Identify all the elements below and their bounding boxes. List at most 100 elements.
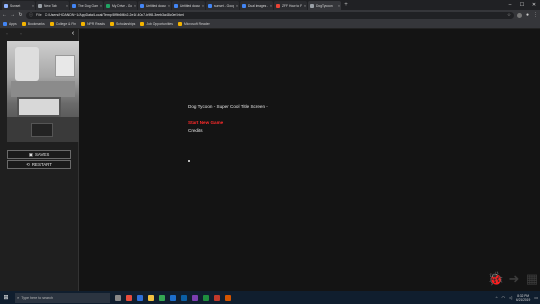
tab-favicon-icon bbox=[38, 3, 42, 8]
restart-button[interactable]: ⟲ RESTART bbox=[7, 160, 71, 169]
browser-tab[interactable]: The Dog Game - Goog× bbox=[70, 1, 103, 10]
info-icon[interactable]: ⓘ bbox=[29, 12, 33, 18]
window-controls: – ☐ ✕ bbox=[504, 0, 540, 10]
browser-tab[interactable]: My Drive - Google Dr× bbox=[104, 1, 137, 10]
bookmark-item[interactable]: Microsoft Reader bbox=[177, 22, 210, 26]
file-explorer-icon[interactable] bbox=[148, 294, 154, 301]
new-tab-button[interactable]: + bbox=[342, 1, 350, 10]
story-banner-image bbox=[7, 41, 79, 142]
close-window-icon[interactable]: ✕ bbox=[528, 0, 540, 10]
tab-close-icon[interactable]: × bbox=[100, 4, 103, 8]
forward-icon[interactable]: → bbox=[10, 12, 15, 18]
app-icon[interactable] bbox=[137, 294, 143, 301]
address-bar[interactable]: ⓘ File C:/Users/HOANDN~1/AppData/Local/T… bbox=[26, 11, 514, 19]
saves-button[interactable]: ▣ SAVES bbox=[7, 150, 71, 159]
game-title: Dog Tycoon - Super Cool Title Screen - bbox=[188, 104, 268, 109]
task-view-icon[interactable] bbox=[115, 294, 121, 301]
address-url[interactable]: C:/Users/HOANDN~1/AppData/Local/Temp/8f9… bbox=[45, 13, 504, 17]
menu-icon[interactable]: ⋮ bbox=[533, 12, 538, 18]
tab-label: sunset - Google Sea bbox=[214, 3, 234, 8]
chrome-icon[interactable] bbox=[159, 294, 165, 301]
windows-start-icon[interactable]: ⊞ bbox=[2, 294, 10, 301]
tab-close-icon[interactable]: × bbox=[304, 4, 307, 8]
app-icon[interactable] bbox=[214, 294, 220, 301]
tab-favicon-icon bbox=[72, 3, 76, 8]
notifications-icon[interactable]: ▭ bbox=[534, 295, 538, 300]
browser-tab[interactable]: sunset - Google Sea× bbox=[206, 1, 239, 10]
sidebar-undo-icon[interactable]: ◦ bbox=[0, 31, 14, 36]
maximize-icon[interactable]: ☐ bbox=[516, 0, 528, 10]
tab-close-icon[interactable]: × bbox=[202, 4, 205, 8]
collapse-sidebar-icon[interactable]: ‹ bbox=[68, 30, 78, 37]
wifi-icon[interactable]: ◠ bbox=[501, 295, 505, 300]
bookmark-item[interactable]: Job Opportunities bbox=[140, 22, 173, 26]
clock-date: 6/21/2019 bbox=[516, 297, 531, 302]
tab-favicon-icon bbox=[106, 3, 110, 8]
restart-icon: ⟲ bbox=[26, 161, 30, 167]
tab-label: New Tab bbox=[44, 3, 57, 8]
tab-close-icon[interactable]: × bbox=[32, 4, 35, 8]
app-icon[interactable] bbox=[225, 294, 231, 301]
tab-close-icon[interactable]: × bbox=[338, 4, 341, 8]
browser-tab[interactable]: Dual images - Goog× bbox=[240, 1, 273, 10]
address-scheme-label: File bbox=[36, 13, 42, 17]
tab-label: My Drive - Google Dr bbox=[112, 3, 132, 8]
bookmark-item[interactable]: Bookmarks bbox=[21, 22, 45, 26]
tab-favicon-icon bbox=[4, 3, 8, 8]
app-icon[interactable] bbox=[126, 294, 132, 301]
bookmark-item[interactable]: Apps bbox=[3, 22, 17, 26]
browser-tab[interactable]: ZFF How to Fix a Ph× bbox=[274, 1, 307, 10]
tab-label: Untitled document - bbox=[180, 3, 200, 8]
grid-icon[interactable]: ▦ bbox=[524, 271, 540, 287]
restart-label: RESTART bbox=[31, 162, 52, 167]
system-tray: ^ ◠ ◁ 8:32 PM 6/21/2019 ▭ bbox=[496, 294, 538, 302]
save-icon: ▣ bbox=[28, 151, 33, 157]
back-icon[interactable]: ← bbox=[2, 12, 7, 18]
tab-favicon-icon bbox=[310, 3, 314, 8]
tab-favicon-icon bbox=[174, 3, 178, 8]
tab-label: DogTycoon bbox=[316, 3, 333, 8]
tab-close-icon[interactable]: × bbox=[236, 4, 239, 8]
browser-tab[interactable]: New Tab × bbox=[36, 1, 69, 10]
taskbar-search-placeholder: Type here to search bbox=[21, 295, 54, 300]
tab-close-icon[interactable]: × bbox=[168, 4, 171, 8]
clock[interactable]: 8:32 PM 6/21/2019 bbox=[516, 294, 530, 302]
bookmark-item[interactable]: NPR Reads bbox=[81, 22, 105, 26]
folder-icon bbox=[177, 22, 182, 26]
profile-icon[interactable]: ● bbox=[525, 12, 530, 18]
extension-icon[interactable] bbox=[517, 12, 522, 18]
tab-close-icon[interactable]: × bbox=[134, 4, 137, 8]
browser-tab[interactable]: Untitled document× bbox=[138, 1, 171, 10]
bookmark-label: Scholarships bbox=[115, 22, 136, 26]
browser-tab[interactable]: Untitled document -× bbox=[172, 1, 205, 10]
search-icon: ⌕ bbox=[17, 295, 20, 300]
browser-tab[interactable]: Sunset × bbox=[2, 1, 35, 10]
windows-taskbar: ⊞ ⌕ Type here to search ^ ◠ ◁ 8:32 PM 6/… bbox=[0, 291, 540, 304]
chevron-up-icon[interactable]: ^ bbox=[496, 295, 498, 300]
taskbar-search[interactable]: ⌕ Type here to search bbox=[15, 292, 110, 303]
tab-close-icon[interactable]: × bbox=[270, 4, 273, 8]
bug-icon[interactable]: 🐞 bbox=[488, 271, 504, 287]
minimize-icon[interactable]: – bbox=[504, 0, 516, 10]
volume-icon[interactable]: ◁ bbox=[509, 295, 512, 300]
folder-icon bbox=[21, 22, 26, 26]
app-icon[interactable] bbox=[181, 294, 187, 301]
bookmark-star-icon[interactable]: ☆ bbox=[507, 12, 511, 18]
page-content: ◦ ◦ ‹ ▣ SAVES ⟲ RESTART Dog Tycoon - Sup… bbox=[0, 29, 540, 291]
game-sidebar: ◦ ◦ ‹ ▣ SAVES ⟲ RESTART bbox=[0, 29, 79, 291]
browser-tab[interactable]: DogTycoon × bbox=[308, 1, 341, 10]
browser-toolbar: ← → ↻ ⓘ File C:/Users/HOANDN~1/AppData/L… bbox=[0, 10, 540, 20]
bookmark-item[interactable]: Scholarships bbox=[109, 22, 136, 26]
bookmark-item[interactable]: College & Fin bbox=[49, 22, 76, 26]
sidebar-redo-icon[interactable]: ◦ bbox=[14, 31, 28, 36]
start-new-game-link[interactable]: Start New Game bbox=[188, 120, 223, 125]
folder-icon bbox=[49, 22, 54, 26]
tab-close-icon[interactable]: × bbox=[66, 4, 69, 8]
credits-link[interactable]: Credits bbox=[188, 128, 203, 133]
app-icon[interactable] bbox=[203, 294, 209, 301]
apps-icon bbox=[3, 22, 7, 26]
arrow-right-icon[interactable]: ➜ bbox=[506, 271, 522, 287]
app-icon[interactable] bbox=[192, 294, 198, 301]
reload-icon[interactable]: ↻ bbox=[18, 12, 23, 18]
app-icon[interactable] bbox=[170, 294, 176, 301]
